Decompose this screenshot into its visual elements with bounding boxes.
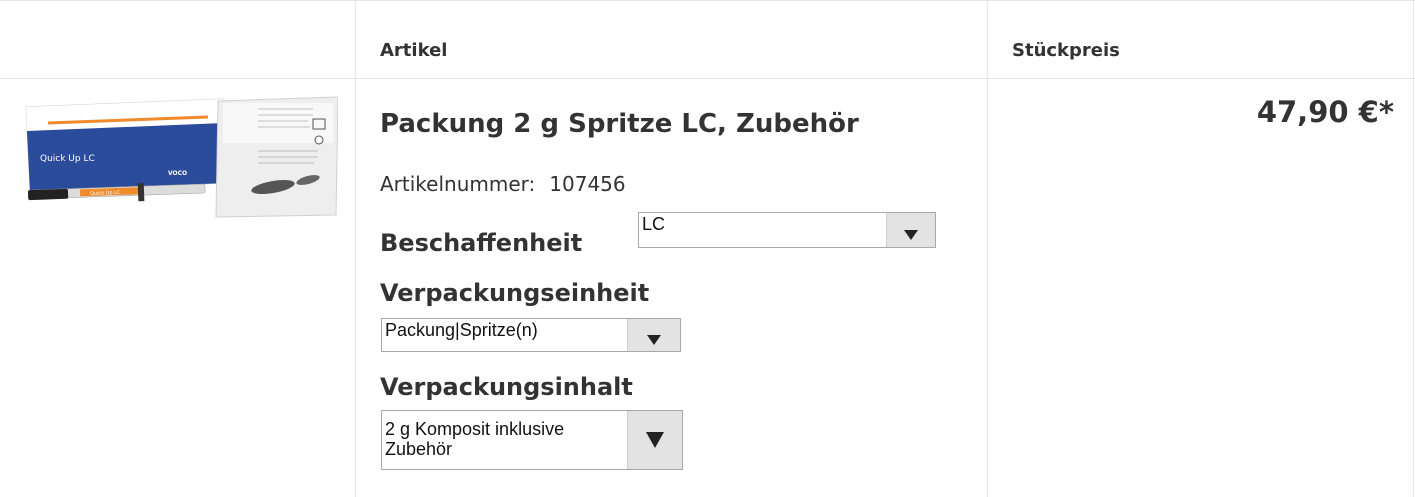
grid-line-col2	[987, 0, 988, 497]
verpackungsinhalt-select[interactable]: 2 g Komposit inklusive Zubehör	[381, 410, 683, 470]
article-number-value: 107456	[549, 172, 626, 196]
chevron-down-icon	[647, 335, 661, 345]
verpackungsinhalt-selected-value: 2 g Komposit inklusive Zubehör	[385, 419, 564, 459]
grid-line-col1	[355, 0, 356, 497]
chevron-down-icon	[904, 230, 918, 240]
article-number-label: Artikelnummer:	[380, 172, 536, 196]
verpackungsinhalt-label: Verpackungsinhalt	[380, 373, 633, 401]
verpackungseinheit-select[interactable]: Packung|Spritze(n)	[381, 318, 681, 352]
beschaffenheit-dropdown-button[interactable]	[886, 213, 935, 247]
box-brand-text: Quick Up LC	[40, 154, 95, 164]
verpackungsinhalt-selected-line2: Zubehör	[385, 439, 453, 459]
verpackungseinheit-label: Verpackungseinheit	[380, 279, 650, 307]
grid-line-right	[1413, 0, 1414, 497]
grid-line-header-bottom	[0, 78, 1415, 79]
verpackungsinhalt-selected-line1: 2 g Komposit inklusive	[385, 419, 565, 439]
product-title[interactable]: Packung 2 g Spritze LC, Zubehör	[380, 109, 859, 139]
verpackungseinheit-selected-value: Packung|Spritze(n)	[385, 320, 538, 340]
article-number: Artikelnummer: 107456	[380, 172, 626, 196]
verpackungsinhalt-dropdown-button[interactable]	[627, 411, 682, 469]
unit-price: 47,90 €*	[1256, 95, 1394, 129]
beschaffenheit-label: Beschaffenheit	[380, 229, 583, 257]
box-logo-text: VOCO	[168, 170, 187, 177]
chevron-down-icon	[646, 432, 664, 448]
grid-line-top	[0, 0, 1415, 1]
beschaffenheit-select[interactable]: LC	[638, 212, 936, 248]
product-image[interactable]: Quick Up LC VOCO Quick Up LC	[18, 95, 339, 225]
syringe-label-text: Quick Up LC	[90, 190, 121, 197]
column-header-article: Artikel	[380, 40, 448, 61]
verpackungseinheit-dropdown-button[interactable]	[627, 319, 680, 351]
column-header-unit-price: Stückpreis	[1012, 40, 1120, 61]
beschaffenheit-selected-value: LC	[642, 214, 666, 234]
